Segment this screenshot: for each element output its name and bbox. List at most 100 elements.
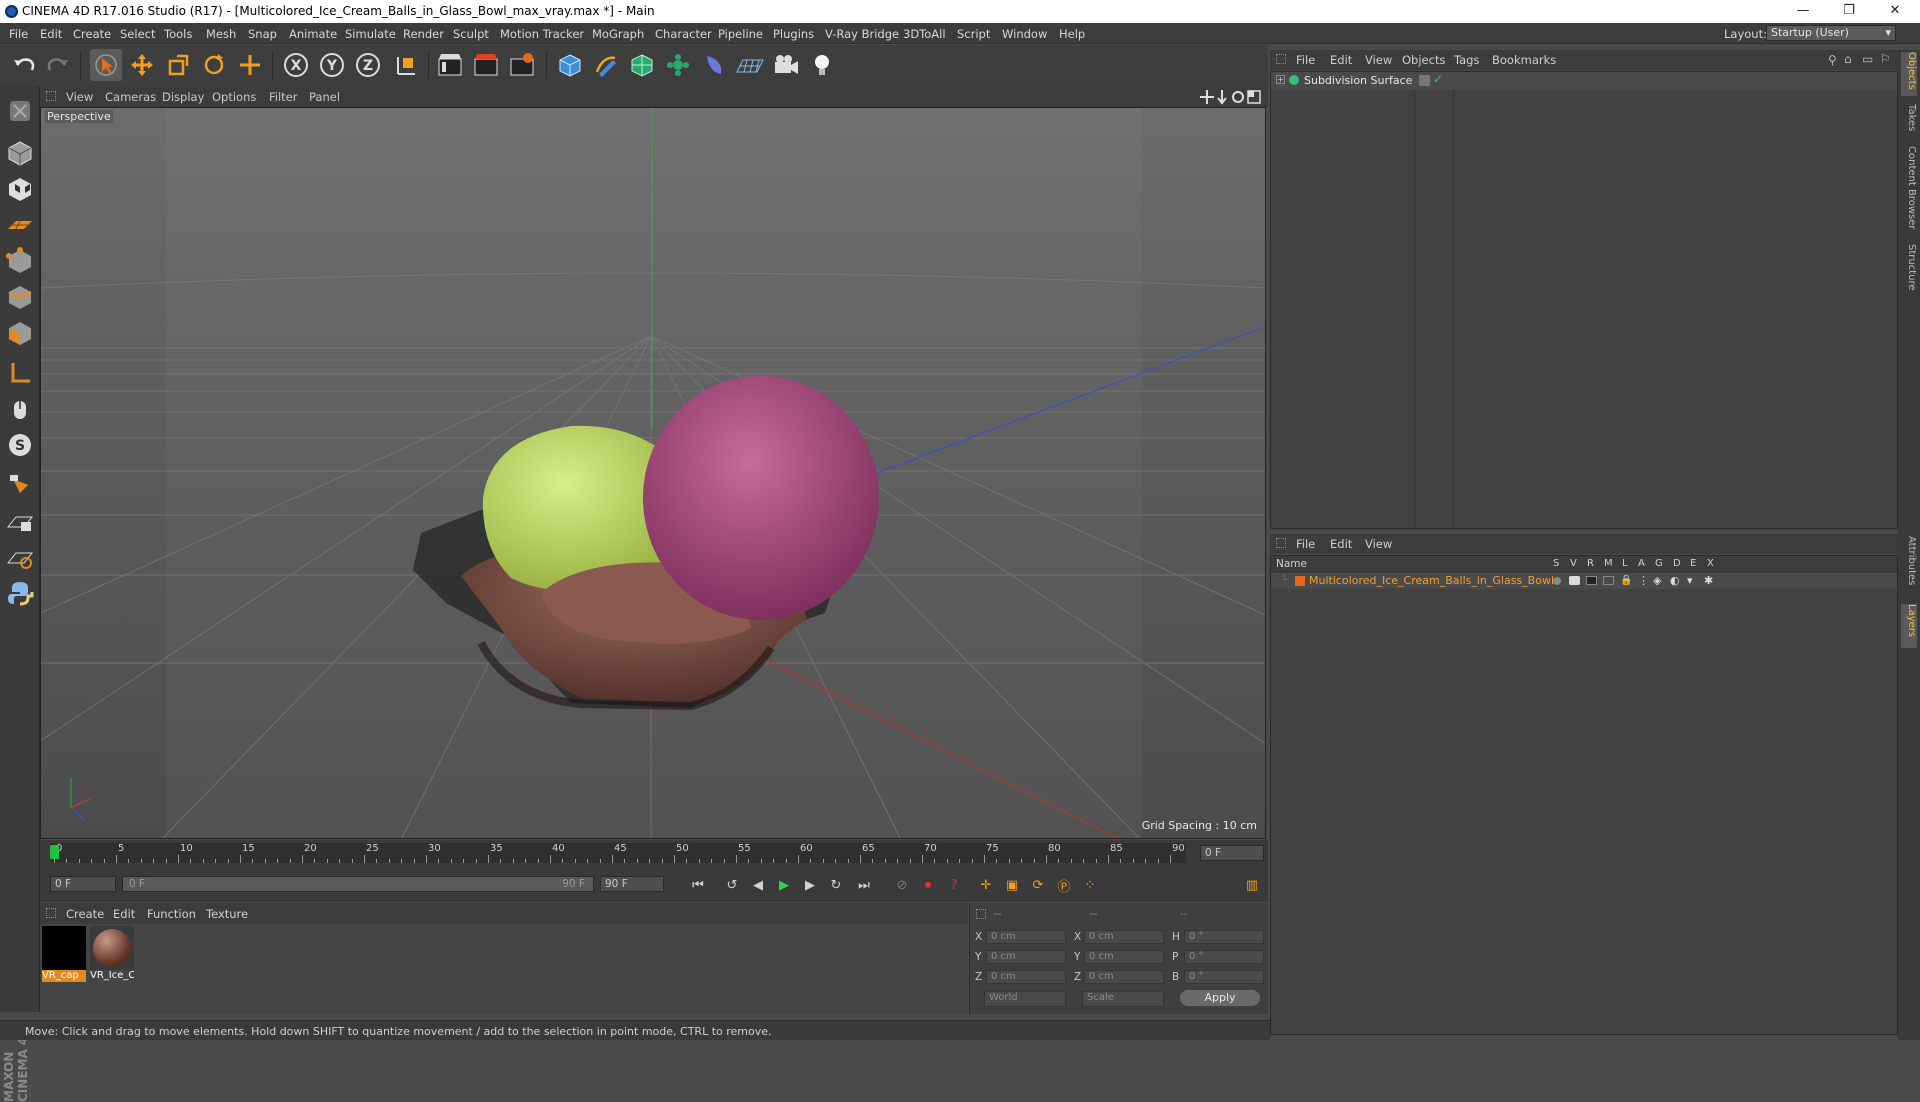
current-frame-field[interactable]: 0 F (1200, 845, 1264, 861)
viewport-menu-display[interactable]: Display (162, 90, 204, 104)
deformer-icon[interactable] (698, 49, 730, 81)
menu-create[interactable]: Create (73, 27, 111, 41)
render-toggle-icon[interactable] (1586, 576, 1597, 585)
solo-toggle-icon[interactable] (1553, 577, 1561, 585)
material-menu-function[interactable]: Function (147, 907, 196, 921)
object-row[interactable]: + Subdivision Surface ✓ (1271, 72, 1897, 90)
rotation-h-field[interactable]: 0 ° (1184, 930, 1264, 944)
menu-render[interactable]: Render (403, 27, 444, 41)
menu-snap[interactable]: Snap (248, 27, 277, 41)
x-axis-icon[interactable]: X (280, 49, 312, 81)
tab-takes[interactable]: Takes (1901, 104, 1917, 138)
expression-toggle-icon[interactable]: ▾ (1687, 574, 1693, 587)
scale-icon[interactable] (162, 49, 194, 81)
material-item[interactable]: VR_cap (42, 926, 86, 982)
subdivision-icon[interactable] (626, 49, 658, 81)
timeline-window-icon[interactable]: ▥ (1240, 874, 1264, 896)
end-frame-field[interactable]: 90 F (600, 876, 664, 892)
menu-help[interactable]: Help (1059, 27, 1085, 41)
go-to-start-icon[interactable]: ⏮ (686, 874, 710, 896)
workplane-rotate-icon[interactable] (3, 540, 36, 573)
menu-file[interactable]: File (9, 27, 28, 41)
viewport-menu-filter[interactable]: Filter (269, 90, 297, 104)
start-frame-field[interactable]: 0 F (50, 876, 116, 892)
z-axis-icon[interactable]: Z (352, 49, 384, 81)
position-z-field[interactable]: 0 cm (986, 970, 1066, 984)
array-icon[interactable] (662, 49, 694, 81)
menu-vray-bridge[interactable]: V-Ray Bridge (825, 27, 899, 41)
make-editable-icon[interactable] (3, 94, 36, 127)
material-menu-create[interactable]: Create (66, 907, 104, 921)
tab-objects[interactable]: Objects (1901, 52, 1917, 96)
keyframe-selection-icon[interactable]: ? (942, 874, 966, 896)
camera-icon[interactable] (770, 49, 802, 81)
home-icon[interactable]: ⌂ (1844, 52, 1852, 66)
floor-icon[interactable] (734, 49, 766, 81)
pen-icon[interactable] (590, 49, 622, 81)
key-rotation-icon[interactable]: ⟳ (1026, 874, 1050, 896)
material-item[interactable]: VR_Ice_C (90, 926, 134, 982)
y-axis-icon[interactable]: Y (316, 49, 348, 81)
restore-button[interactable]: ❐ (1826, 0, 1872, 23)
cube-icon[interactable] (554, 49, 586, 81)
visibility-eye-icon[interactable] (1569, 576, 1580, 585)
layer-menu-file[interactable]: File (1296, 537, 1315, 551)
snap-icon[interactable]: S (3, 428, 36, 461)
polygons-mode-icon[interactable] (3, 316, 36, 349)
close-button[interactable]: ✕ (1872, 0, 1918, 23)
next-key-icon[interactable]: ↻ (824, 874, 848, 896)
size-y-field[interactable]: 0 cm (1084, 950, 1164, 964)
menu-plugins[interactable]: Plugins (773, 27, 814, 41)
record-keys-icon[interactable]: ⊘ (890, 874, 914, 896)
frame-range-slider[interactable]: 0 F 90 F (122, 876, 594, 892)
rotate-icon[interactable] (198, 49, 230, 81)
axis-mode-icon[interactable] (3, 356, 36, 389)
undo-icon[interactable] (8, 49, 40, 81)
model-mode-icon[interactable] (3, 136, 36, 169)
tab-structure[interactable]: Structure (1901, 244, 1917, 296)
manager-toggle-icon[interactable] (1603, 576, 1614, 585)
enabled-check-icon[interactable]: ✓ (1433, 72, 1443, 86)
select-icon[interactable] (90, 49, 122, 81)
tab-layers[interactable]: Layers (1901, 604, 1917, 648)
edges-mode-icon[interactable] (3, 280, 36, 313)
previous-frame-icon[interactable]: ◀ (746, 874, 770, 896)
apply-button[interactable]: Apply (1180, 990, 1260, 1006)
menu-window[interactable]: Window (1002, 27, 1047, 41)
menu-select[interactable]: Select (120, 27, 155, 41)
menu-simulate[interactable]: Simulate (345, 27, 396, 41)
render-picture-icon[interactable] (470, 49, 502, 81)
next-frame-icon[interactable]: ▶ (798, 874, 822, 896)
redo-icon[interactable] (42, 49, 74, 81)
viewport-menu-view[interactable]: View (66, 90, 93, 104)
points-mode-icon[interactable] (3, 244, 36, 277)
viewport-navigation-icons[interactable] (1200, 89, 1262, 108)
layer-menu-edit[interactable]: Edit (1330, 537, 1352, 551)
menu-motion-tracker[interactable]: Motion Tracker (500, 27, 584, 41)
autokey-icon[interactable]: ⏺ (916, 874, 940, 896)
viewport-menu-options[interactable]: Options (212, 90, 256, 104)
object-menu-bookmarks[interactable]: Bookmarks (1492, 53, 1556, 67)
go-to-end-icon[interactable]: ⏭ (852, 874, 876, 896)
menu-script[interactable]: Script (957, 27, 990, 41)
generator-toggle-icon[interactable]: ◈ (1653, 574, 1661, 587)
object-menu-edit[interactable]: Edit (1330, 53, 1352, 67)
expand-icon[interactable]: + (1276, 75, 1285, 84)
rotation-b-field[interactable]: 0 ° (1184, 970, 1264, 984)
menu-mograph[interactable]: MoGraph (592, 27, 644, 41)
move-icon[interactable] (126, 49, 158, 81)
object-menu-objects[interactable]: Objects (1402, 53, 1445, 67)
tab-attributes[interactable]: Attributes (1901, 536, 1917, 596)
menu-tools[interactable]: Tools (164, 27, 192, 41)
tab-content-browser[interactable]: Content Browser (1901, 146, 1917, 236)
transform-icon[interactable] (234, 49, 266, 81)
layer-color-swatch[interactable] (1295, 576, 1305, 586)
rotation-p-field[interactable]: 0 ° (1184, 950, 1264, 964)
timeline-ruler[interactable]: 0 5 10 15 20 25 30 35 40 45 50 55 60 65 70 75 80 85 90 0 F (40, 840, 1268, 866)
pin-icon[interactable]: ⚐ (1880, 52, 1891, 66)
menu-character[interactable]: Character (655, 27, 712, 41)
xref-toggle-icon[interactable]: ✱ (1704, 574, 1713, 587)
workplane-icon[interactable] (3, 208, 36, 241)
menu-animate[interactable]: Animate (289, 27, 337, 41)
previous-key-icon[interactable]: ↺ (720, 874, 744, 896)
